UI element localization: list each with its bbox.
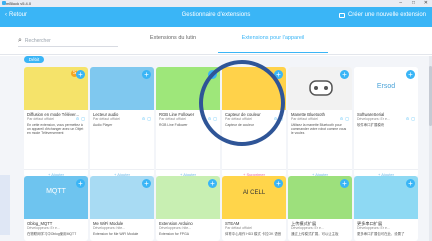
- extension-meta-icons: ⊙ ▢: [274, 116, 283, 121]
- minimize-button[interactable]: –: [399, 0, 402, 7]
- extension-description: Extension for Me WiFi Module: [93, 232, 139, 236]
- link-icon: ⊙: [405, 116, 410, 121]
- extension-author: Développeurs: hite...: [159, 226, 192, 230]
- tab-sprite-extensions[interactable]: Extensions du lutin: [128, 35, 218, 53]
- extension-author: Par défaut officiel: [225, 117, 252, 121]
- extensions-grid: Débit S + Diffusion en mode Téléver... P…: [0, 56, 432, 241]
- extension-author: Développeurs: Er e...: [357, 226, 390, 230]
- extension-card[interactable]: + Extension Arduino Développeurs: hite..…: [156, 176, 220, 241]
- search-placeholder: Rechercher: [24, 37, 51, 44]
- extension-description: Extension for FPGA: [159, 232, 189, 236]
- extension-author: Par défaut officiel: [159, 117, 186, 121]
- extension-card[interactable]: + RGB Line Follower Par défaut officiel …: [156, 67, 220, 177]
- chat-icon: ▢: [411, 116, 415, 121]
- extension-author: Par défaut officiel: [27, 117, 54, 121]
- extension-meta-icons: ⊙ ▢: [76, 116, 85, 121]
- extension-description: RGB Line Follower: [159, 123, 188, 127]
- extension-description: 通过上传模式扩展，可以让主板: [291, 232, 339, 236]
- link-icon: ⊙: [75, 116, 80, 121]
- extension-card[interactable]: + 更多串口扩展 Développeurs: Er e... 更多串口扩展包可在…: [354, 176, 418, 241]
- add-icon[interactable]: +: [76, 70, 85, 79]
- add-icon[interactable]: +: [208, 179, 217, 188]
- add-icon[interactable]: +: [406, 179, 415, 188]
- filter-chip[interactable]: Débit: [24, 56, 44, 63]
- extension-description: 体育中心用作 HD3 模式 卡拉OK 语音: [225, 232, 282, 236]
- maximize-button[interactable]: □: [412, 0, 415, 7]
- extension-author: Développeurs: Er e...: [291, 226, 324, 230]
- add-icon[interactable]: +: [406, 70, 415, 79]
- extension-author: Développeurs: Er e...: [27, 226, 60, 230]
- link-icon: ⊙: [339, 116, 344, 121]
- extension-card[interactable]: + Capteur de couleur Par défaut officiel…: [222, 67, 286, 177]
- app-title: mBlock v5.4.0: [6, 1, 32, 6]
- extension-card[interactable]: AI CELL + STEAM Par défaut officiel 体育中心…: [222, 176, 286, 241]
- extension-description: Capteur de couleur: [225, 123, 254, 127]
- extension-card[interactable]: + Manette Bluetooth Par défaut officiel …: [288, 67, 352, 177]
- tab-device-extensions[interactable]: Extensions pour l'appareil: [218, 35, 328, 53]
- add-icon[interactable]: +: [208, 70, 217, 79]
- add-icon[interactable]: +: [142, 179, 151, 188]
- create-extension-label: Créer une nouvelle extension: [347, 12, 426, 18]
- left-panel-edge: [0, 175, 10, 235]
- extension-card[interactable]: + Me WiFi Module Développeurs: hite... E…: [90, 176, 154, 241]
- add-icon[interactable]: +: [340, 70, 349, 79]
- extension-card[interactable]: S + Diffusion en mode Téléver... Par déf…: [24, 67, 88, 177]
- window-titlebar: mBlock v5.4.0 – □ ✕: [0, 0, 432, 7]
- extension-author: Développeurs: hite...: [93, 226, 126, 230]
- extension-author: Par défaut officiel: [291, 117, 318, 121]
- toolbar: ⌕ Rechercher Extensions du lutin Extensi…: [0, 27, 432, 55]
- extension-card[interactable]: + Lecteur audio Par défaut officiel ⊙ ▢ A…: [90, 67, 154, 177]
- extension-meta-icons: ⊙ ▢: [340, 116, 349, 121]
- create-extension-button[interactable]: Créer une nouvelle extension: [338, 12, 426, 18]
- link-icon: ⊙: [141, 116, 146, 121]
- chat-icon: ▢: [345, 116, 349, 121]
- extension-meta-icons: ⊙ ▢: [208, 116, 217, 121]
- extension-description: En cette extension, vous permettez à un …: [27, 123, 84, 136]
- document-icon: [338, 12, 345, 18]
- add-icon[interactable]: +: [76, 179, 85, 188]
- link-icon: ⊙: [273, 116, 278, 121]
- extension-card[interactable]: Ersod + SoftwareSerial Développeurs: Er …: [354, 67, 418, 177]
- extension-description: 软件串口扩展模块: [357, 123, 385, 127]
- close-button[interactable]: ✕: [424, 0, 428, 7]
- header-bar: ‹ Retour Gestionnaire d'extensions Créer…: [0, 7, 432, 27]
- extension-description: 更多串口扩展包可在此，设置了: [357, 232, 405, 236]
- extension-card[interactable]: + 上传模式扩展 Développeurs: Er e... 通过上传模式扩展，…: [288, 176, 352, 241]
- add-icon[interactable]: +: [274, 70, 283, 79]
- add-icon[interactable]: +: [142, 70, 151, 79]
- extension-card[interactable]: MQTT + Oblog_MQTT Développeurs: Er e... …: [24, 176, 88, 241]
- extension-author: Par défaut officiel: [225, 226, 252, 230]
- extension-meta-icons: ⊙ ▢: [142, 116, 151, 121]
- extension-description: 在物联网学习中Oblog使用MQTT: [27, 232, 77, 236]
- chat-icon: ▢: [279, 116, 283, 121]
- chat-icon: ▢: [81, 116, 85, 121]
- extension-meta-icons: ⊙ ▢: [406, 116, 415, 121]
- extension-description: Utilisez la manette Bluetooth pour comma…: [291, 123, 347, 136]
- search-input[interactable]: ⌕ Rechercher: [18, 35, 118, 47]
- add-icon[interactable]: +: [340, 179, 349, 188]
- extension-author: Développeurs: Er e...: [357, 117, 390, 121]
- extension-author: Par défaut officiel: [93, 117, 120, 121]
- chat-icon: ▢: [147, 116, 151, 121]
- extension-description: Audio Player: [93, 123, 113, 127]
- chat-icon: ▢: [213, 116, 217, 121]
- add-icon[interactable]: +: [274, 179, 283, 188]
- link-icon: ⊙: [207, 116, 212, 121]
- search-icon: ⌕: [18, 36, 22, 44]
